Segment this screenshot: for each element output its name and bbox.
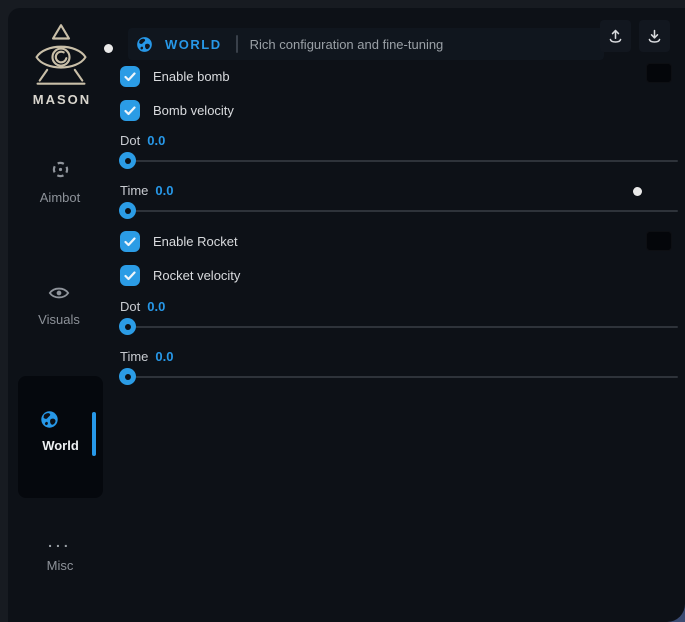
thumb-dot [125, 208, 131, 214]
slider-name: Dot [120, 133, 140, 148]
crosshair-icon [51, 160, 70, 179]
slider-track-bomb-dot[interactable] [128, 160, 678, 162]
keybind-button-enable-bomb[interactable] [646, 63, 672, 83]
checkbox-row-bomb-velocity: Bomb velocity [120, 100, 234, 121]
thumb-dot [125, 158, 131, 164]
checkbox-label: Rocket velocity [153, 268, 240, 283]
menu-window: MASON Aimbot Visuals World ... Misc [8, 8, 685, 622]
slider-thumb-rocket-time[interactable] [119, 368, 136, 385]
slider-value: 0.0 [155, 183, 173, 198]
slider-thumb-bomb-dot[interactable] [119, 152, 136, 169]
thumb-dot [125, 374, 131, 380]
upload-config-button[interactable] [600, 20, 631, 52]
checkbox-label: Bomb velocity [153, 103, 234, 118]
sidebar-item-label: World [18, 438, 103, 453]
ellipsis-icon: ... [48, 534, 72, 550]
checkbox-enable-rocket[interactable] [120, 231, 140, 252]
slider-caption: Time 0.0 [120, 183, 173, 198]
checkbox-bomb-velocity[interactable] [120, 100, 140, 121]
globe-icon [40, 410, 59, 434]
slider-caption: Time 0.0 [120, 349, 173, 364]
sidebar-item-aimbot[interactable]: Aimbot [18, 160, 102, 205]
sidebar-item-misc[interactable]: ... Misc [18, 534, 102, 573]
cursor-dot [104, 44, 113, 53]
check-icon [124, 271, 136, 281]
slider-name: Time [120, 183, 148, 198]
slider-caption: Dot 0.0 [120, 299, 165, 314]
check-icon [124, 237, 136, 247]
cursor-dot [633, 187, 642, 196]
slider-thumb-rocket-dot[interactable] [119, 318, 136, 335]
checkbox-row-enable-rocket: Enable Rocket [120, 231, 238, 252]
slider-value: 0.0 [147, 133, 165, 148]
eye-pyramid-logo-icon [24, 22, 98, 88]
slider-value: 0.0 [155, 349, 173, 364]
checkbox-row-enable-bomb: Enable bomb [120, 66, 230, 87]
checkbox-rocket-velocity[interactable] [120, 265, 140, 286]
sidebar-item-world[interactable] [18, 376, 103, 498]
checkbox-label: Enable Rocket [153, 234, 238, 249]
checkbox-label: Enable bomb [153, 69, 230, 84]
keybind-button-enable-rocket[interactable] [646, 231, 672, 251]
active-tab-title[interactable]: WORLD [165, 37, 222, 52]
download-config-button[interactable] [639, 20, 670, 52]
check-icon [124, 106, 136, 116]
sidebar-item-label: Visuals [17, 312, 101, 327]
slider-thumb-bomb-time[interactable] [119, 202, 136, 219]
upload-icon [607, 28, 624, 45]
check-icon [124, 72, 136, 82]
checkbox-row-rocket-velocity: Rocket velocity [120, 265, 240, 286]
sidebar-item-label: Aimbot [18, 190, 102, 205]
slider-track-bomb-time[interactable] [128, 210, 678, 212]
sidebar-item-label: Misc [18, 558, 102, 573]
checkbox-enable-bomb[interactable] [120, 66, 140, 87]
slider-name: Time [120, 349, 148, 364]
eye-icon [48, 285, 70, 301]
thumb-dot [125, 324, 131, 330]
globe-icon [136, 36, 153, 53]
header-subtitle: Rich configuration and fine-tuning [250, 37, 444, 52]
brand-logo [24, 22, 98, 88]
sidebar-item-visuals[interactable]: Visuals [17, 285, 101, 327]
slider-track-rocket-time[interactable] [128, 376, 678, 378]
download-icon [646, 28, 663, 45]
header-tab-bar: WORLD Rich configuration and fine-tuning [128, 28, 604, 60]
slider-name: Dot [120, 299, 140, 314]
active-indicator-bar [92, 412, 96, 456]
slider-track-rocket-dot[interactable] [128, 326, 678, 328]
slider-value: 0.0 [147, 299, 165, 314]
slider-caption: Dot 0.0 [120, 133, 165, 148]
header-divider [236, 35, 238, 53]
brand-name: MASON [22, 92, 102, 107]
